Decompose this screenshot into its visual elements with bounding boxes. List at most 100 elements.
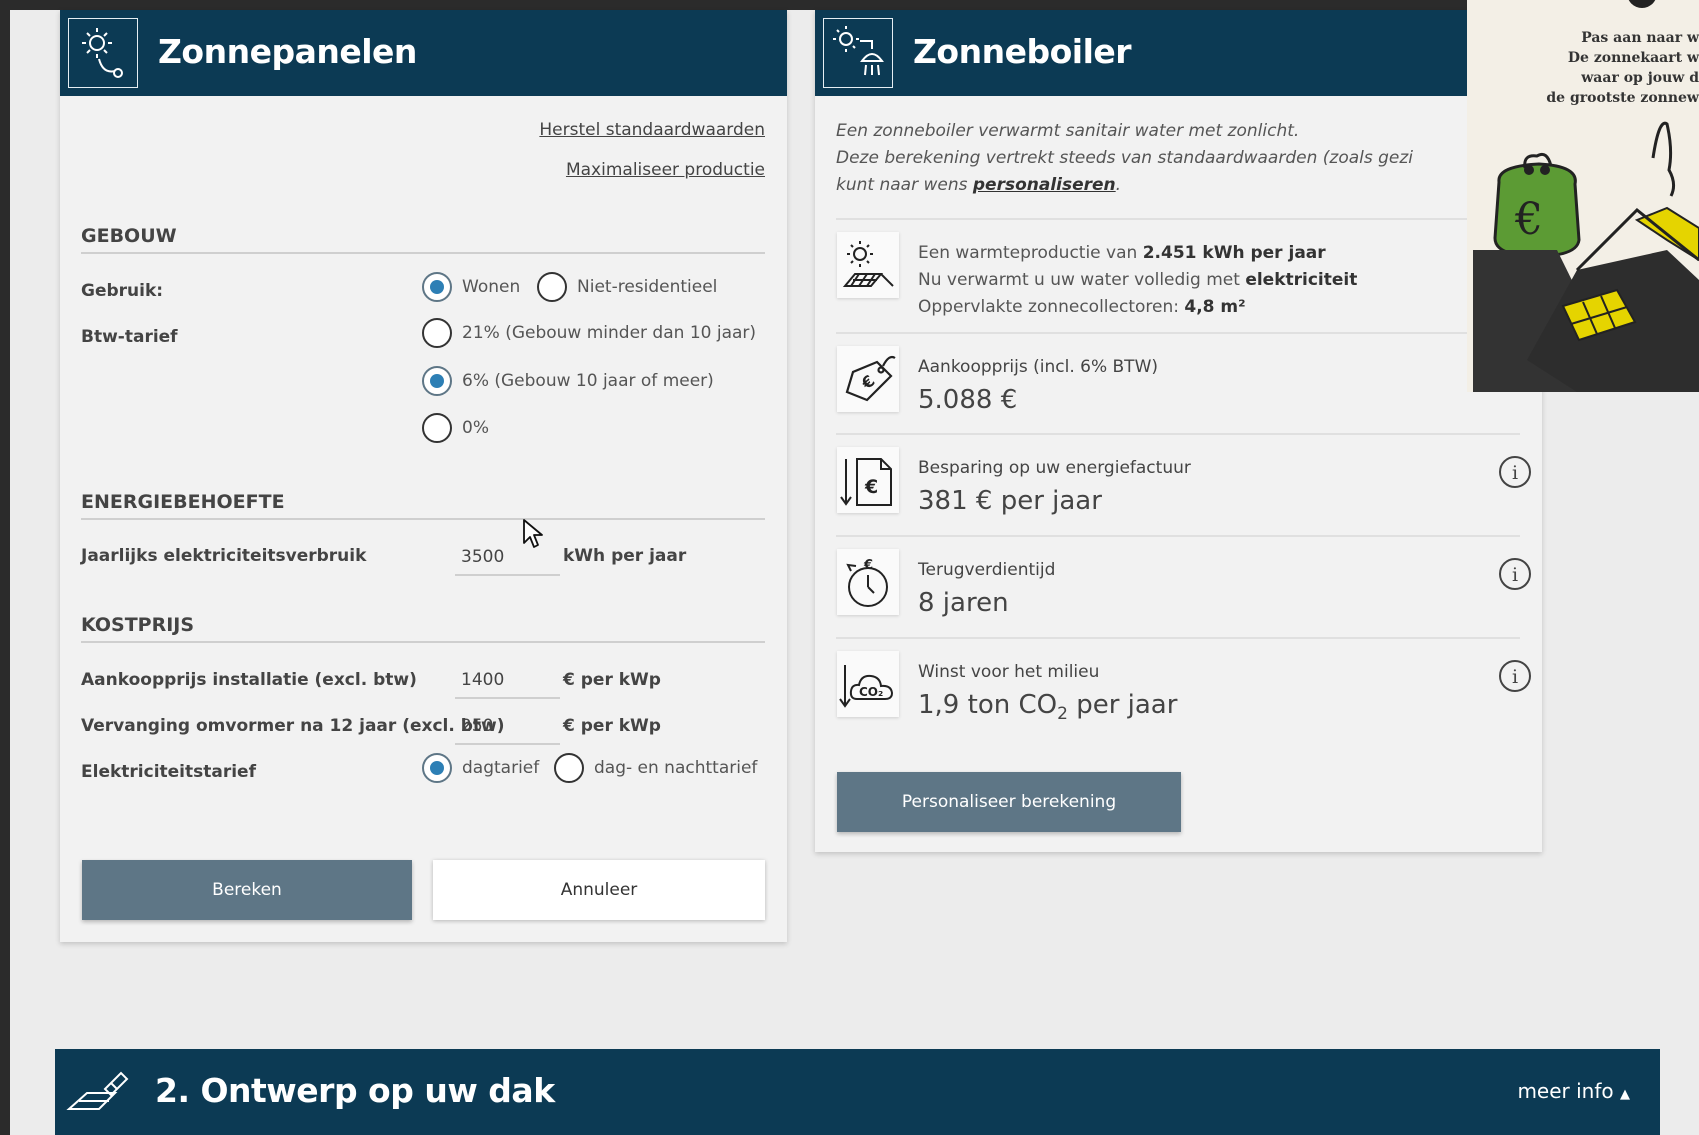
meer-info-toggle[interactable]: meer info ▲ bbox=[1517, 1079, 1630, 1103]
production-line: Een warmteproductie van 2.451 kWh per ja… bbox=[918, 243, 1326, 263]
usage-option-wonen: Wonen bbox=[462, 277, 521, 297]
sun-collector-icon bbox=[837, 232, 899, 298]
usage-label: Gebruik: bbox=[81, 281, 164, 301]
tariff-option-dagtarief: dagtarief bbox=[462, 758, 540, 778]
zonnepanelen-panel: Zonnepanelen Herstel standaardwaarden Ma… bbox=[60, 10, 787, 942]
inverter-price-label: Vervanging omvormer na 12 jaar (excl. bt… bbox=[81, 716, 505, 736]
tariff-option-dag-nacht: dag- en nachttarief bbox=[594, 758, 758, 778]
section2-title: 2. Ontwerp op uw dak bbox=[155, 1071, 555, 1110]
gebouw-divider bbox=[81, 252, 765, 254]
zonneboiler-title: Zonneboiler bbox=[913, 32, 1132, 71]
heating-line: Nu verwarmt u uw water volledig met elek… bbox=[918, 270, 1357, 290]
kostprijs-divider bbox=[81, 641, 765, 643]
consumption-label: Jaarlijks elektriciteitsverbruik bbox=[81, 546, 367, 566]
zonneboiler-panel: Zonneboiler Een zonneboiler verwarmt san… bbox=[815, 10, 1542, 852]
energie-heading: ENERGIEBEHOEFTE bbox=[81, 491, 285, 513]
environment-value: 1,9 ton CO2 per jaar bbox=[918, 690, 1177, 724]
vat-option-0: 0% bbox=[462, 418, 489, 438]
production-unit: kWh per jaar bbox=[1202, 243, 1326, 263]
zonneboiler-header: Zonneboiler bbox=[815, 10, 1542, 96]
inverter-price-input[interactable] bbox=[455, 709, 560, 745]
intro-line-3-prefix: kunt naar wens bbox=[836, 175, 973, 195]
svg-text:€: € bbox=[864, 476, 878, 498]
consumption-input[interactable] bbox=[455, 540, 560, 576]
svg-text:€: € bbox=[857, 371, 879, 393]
gebouw-heading: GEBOUW bbox=[81, 225, 177, 247]
vat-radio-6[interactable] bbox=[422, 366, 452, 396]
vat-radio-0[interactable] bbox=[422, 413, 452, 443]
co2-cloud-icon: CO₂ bbox=[837, 651, 899, 717]
environment-value-suffix: per jaar bbox=[1076, 690, 1178, 720]
result-divider bbox=[836, 332, 1520, 334]
install-price-input[interactable] bbox=[455, 663, 560, 699]
inverter-price-unit: € per kWp bbox=[563, 716, 661, 736]
environment-value-unit: ton CO bbox=[967, 690, 1058, 720]
meer-info-label: meer info bbox=[1517, 1079, 1614, 1103]
sun-plug-icon bbox=[68, 18, 138, 88]
install-price-unit: € per kWp bbox=[563, 670, 661, 690]
zonnepanelen-header: Zonnepanelen bbox=[60, 10, 787, 96]
promo-text: Pas aan naar w De zonnekaart w waar op j… bbox=[1474, 28, 1699, 108]
usage-radio-niet-residentieel[interactable] bbox=[537, 272, 567, 302]
production-value: 2.451 bbox=[1142, 243, 1197, 263]
maximize-production-link[interactable]: Maximaliseer productie bbox=[566, 160, 765, 180]
svg-text:€: € bbox=[1514, 194, 1543, 245]
purchase-price-label: Aankoopprijs (incl. 6% BTW) bbox=[918, 357, 1159, 377]
svg-text:i: i bbox=[1512, 564, 1518, 586]
intro-line-1: Een zonneboiler verwarmt sanitair water … bbox=[836, 121, 1300, 141]
result-divider bbox=[836, 218, 1520, 220]
payback-label: Terugverdientijd bbox=[918, 560, 1056, 580]
install-price-label: Aankoopprijs installatie (excl. btw) bbox=[81, 670, 417, 690]
area-line: Oppervlakte zonnecollectoren: 4,8 m² bbox=[918, 297, 1246, 317]
savings-value: 381 € per jaar bbox=[918, 486, 1102, 516]
environment-value-sub: 2 bbox=[1057, 704, 1068, 725]
savings-info-icon[interactable]: i bbox=[1498, 455, 1532, 489]
cancel-button[interactable]: Annuleer bbox=[433, 860, 765, 920]
environment-info-icon[interactable]: i bbox=[1498, 659, 1532, 693]
personalize-link[interactable]: personaliseren bbox=[973, 175, 1116, 195]
result-divider bbox=[836, 433, 1520, 435]
mouse-pointer-icon bbox=[523, 519, 543, 548]
intro-line-2: Deze berekening vertrekt steeds van stan… bbox=[836, 148, 1414, 168]
purchase-price-value: 5.088 € bbox=[918, 385, 1018, 415]
personalize-calculation-button[interactable]: Personaliseer berekening bbox=[837, 772, 1181, 832]
kostprijs-heading: KOSTPRIJS bbox=[81, 614, 195, 636]
energie-divider bbox=[81, 518, 765, 520]
tariff-radio-dagtarief[interactable] bbox=[422, 753, 452, 783]
vat-option-21: 21% (Gebouw minder dan 10 jaar) bbox=[462, 323, 757, 343]
heating-prefix: Nu verwarmt u uw water volledig met bbox=[918, 270, 1246, 290]
promo-text-line-4: de grootste zonnew bbox=[1546, 90, 1699, 106]
vat-radio-21[interactable] bbox=[422, 318, 452, 348]
area-value: 4,8 bbox=[1184, 297, 1215, 317]
intro-line-3-suffix: . bbox=[1115, 175, 1122, 195]
payback-timer-icon: € bbox=[837, 549, 899, 615]
wallet-roof-solar-illustration: € bbox=[1473, 121, 1699, 392]
intro-line-3: kunt naar wens personaliseren. bbox=[836, 175, 1121, 195]
zonnepanelen-title: Zonnepanelen bbox=[158, 32, 417, 71]
section-ontwerp-op-dak[interactable]: 2. Ontwerp op uw dak meer info ▲ bbox=[55, 1049, 1660, 1135]
usage-radio-wonen[interactable] bbox=[422, 272, 452, 302]
area-prefix: Oppervlakte zonnecollectoren: bbox=[918, 297, 1185, 317]
roof-design-icon bbox=[66, 1071, 129, 1110]
sun-boiler-icon bbox=[823, 18, 893, 88]
result-divider bbox=[836, 535, 1520, 537]
vat-label: Btw-tarief bbox=[81, 327, 178, 347]
promo-text-line-3: waar op jouw d bbox=[1581, 70, 1699, 86]
environment-label: Winst voor het milieu bbox=[918, 662, 1100, 682]
vat-option-6: 6% (Gebouw 10 jaar of meer) bbox=[462, 371, 714, 391]
svg-text:i: i bbox=[1512, 666, 1518, 688]
usage-option-niet-residentieel: Niet-residentieel bbox=[577, 277, 718, 297]
promo-top-dot bbox=[1627, 0, 1657, 8]
promo-overlay: Pas aan naar w De zonnekaart w waar op j… bbox=[1467, 0, 1699, 392]
promo-text-line-1: Pas aan naar w bbox=[1581, 30, 1699, 46]
tariff-label: Elektriciteitstarief bbox=[81, 762, 256, 782]
payback-value: 8 jaren bbox=[918, 588, 1009, 618]
reset-defaults-link[interactable]: Herstel standaardwaarden bbox=[539, 120, 765, 140]
payback-info-icon[interactable]: i bbox=[1498, 557, 1532, 591]
area-unit: m² bbox=[1220, 297, 1246, 317]
tariff-radio-dag-nacht[interactable] bbox=[554, 753, 584, 783]
savings-label: Besparing op uw energiefactuur bbox=[918, 458, 1191, 478]
svg-text:€: € bbox=[863, 558, 873, 573]
calculate-button[interactable]: Bereken bbox=[82, 860, 412, 920]
result-divider bbox=[836, 637, 1520, 639]
